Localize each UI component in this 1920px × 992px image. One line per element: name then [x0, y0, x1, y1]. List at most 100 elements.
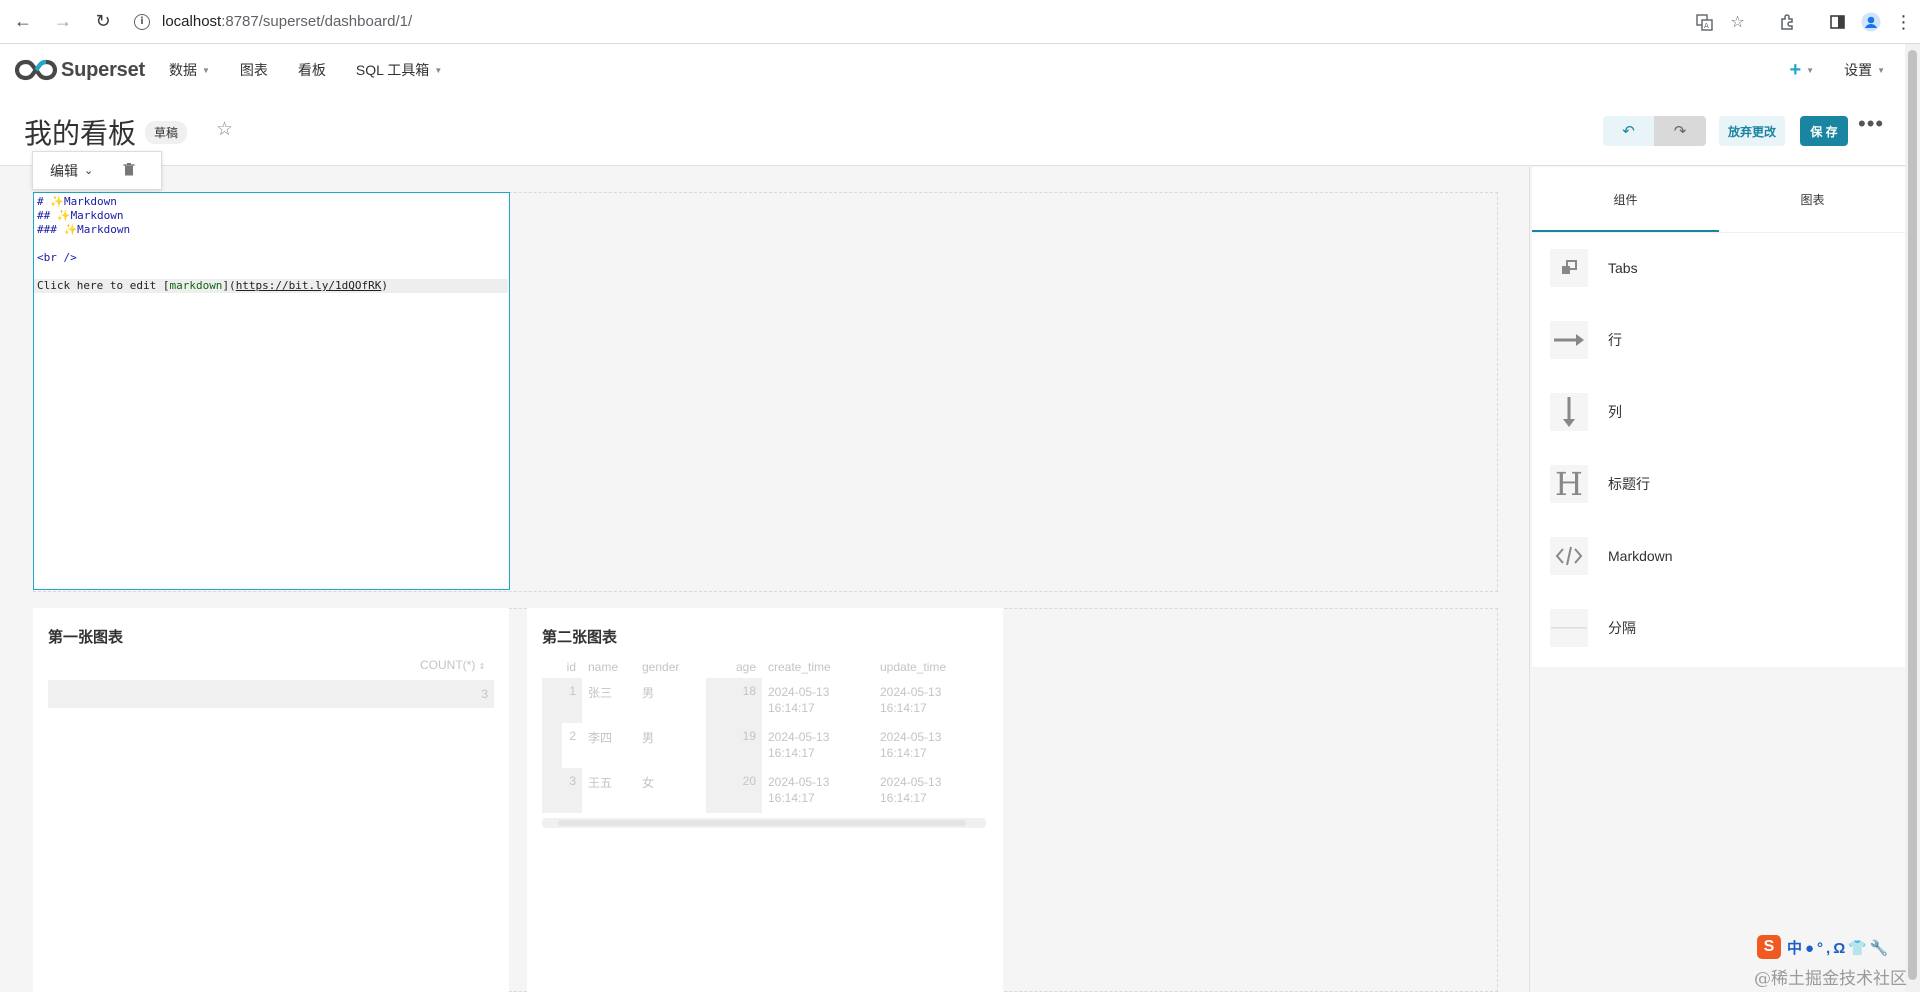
- scrollbar-thumb[interactable]: [558, 820, 966, 826]
- table-column-header[interactable]: gender: [636, 660, 706, 674]
- back-arrow-icon[interactable]: ←: [6, 5, 40, 39]
- add-new-button[interactable]: + ▼: [1789, 59, 1814, 82]
- undo-button[interactable]: ↶: [1603, 116, 1654, 146]
- table-cell: 2024-05-13 16:14:17: [880, 685, 942, 715]
- tab-charts[interactable]: 图表: [1719, 167, 1906, 232]
- table-cell: 张三: [588, 686, 613, 700]
- table-cell: 李四: [588, 731, 613, 745]
- table-cell: 男: [642, 731, 655, 745]
- table-cell: 2024-05-13 16:14:17: [880, 730, 942, 760]
- component-row[interactable]: 行: [1550, 321, 1622, 359]
- browser-menu-icon[interactable]: ⋮: [1887, 6, 1920, 39]
- table-cell: 18: [706, 678, 762, 723]
- code-icon: [1550, 537, 1588, 575]
- chart-title: 第一张图表: [48, 629, 124, 646]
- table-column-header[interactable]: name: [582, 660, 636, 674]
- watermark: @稀土掘金技术社区: [1754, 969, 1907, 989]
- menu-data-label: 数据: [169, 62, 197, 78]
- table-cell: 2024-05-13 16:14:17: [768, 730, 830, 760]
- component-label: Markdown: [1608, 548, 1673, 564]
- side-panel-tabs: 组件 图表: [1532, 167, 1906, 233]
- superset-logo[interactable]: Superset: [15, 59, 145, 82]
- menu-charts[interactable]: 图表: [240, 60, 268, 80]
- settings-menu[interactable]: 设置 ▼: [1844, 60, 1885, 80]
- table-horizontal-scrollbar[interactable]: [542, 818, 986, 828]
- component-divider[interactable]: 分隔: [1550, 609, 1636, 647]
- reload-icon[interactable]: ↻: [86, 5, 120, 39]
- logo-infinity-icon: [15, 59, 57, 81]
- side-panel-content: 组件 图表 Tabs 行 列 H 标题行 Markdown 分隔: [1532, 167, 1906, 667]
- data-table: id name gender age create_time update_ti…: [542, 656, 986, 813]
- table-cell: 20: [706, 768, 762, 813]
- markdown-line: # ✨Markdown: [37, 195, 117, 208]
- forward-arrow-icon[interactable]: →: [46, 5, 80, 39]
- site-info-icon[interactable]: i: [134, 13, 150, 30]
- sort-icon: ⇕: [478, 662, 486, 671]
- builder-side-panel: 组件 图表 Tabs 行 列 H 标题行 Markdown 分隔: [1529, 167, 1906, 992]
- component-label: 列: [1608, 404, 1622, 420]
- translate-icon[interactable]: A: [1688, 6, 1721, 39]
- row-arrow-icon: [1550, 321, 1588, 359]
- table-column-header[interactable]: id: [542, 660, 582, 674]
- chevron-down-icon: ⌄: [84, 165, 94, 177]
- markdown-line: ## ✨Markdown: [37, 209, 124, 222]
- table-cell: 2024-05-13 16:14:17: [880, 775, 942, 805]
- dashboard-title[interactable]: 我的看板: [24, 112, 136, 152]
- column-arrow-icon: [1550, 393, 1588, 431]
- component-markdown[interactable]: Markdown: [1550, 537, 1673, 575]
- table-cell: 女: [642, 776, 655, 790]
- table-row: 3: [48, 680, 494, 708]
- component-column[interactable]: 列: [1550, 393, 1622, 431]
- undo-icon: ↶: [1622, 123, 1635, 140]
- bookmark-star-icon[interactable]: ☆: [1721, 6, 1754, 39]
- caret-down-icon: ▼: [1877, 65, 1885, 75]
- table-column-header[interactable]: update_time: [874, 659, 986, 675]
- trash-icon[interactable]: [123, 162, 135, 179]
- md-link-text: markdown: [169, 279, 223, 292]
- discard-changes-button[interactable]: 放弃更改: [1719, 116, 1786, 146]
- markdown-edit-popover: 编辑 ⌄: [32, 151, 162, 190]
- app-header: Superset 数据 ▼ 图表 看板 SQL 工具箱 ▼ + ▼ 设置 ▼: [0, 44, 1905, 96]
- side-panel-icon[interactable]: [1821, 6, 1854, 39]
- menu-data[interactable]: 数据 ▼: [169, 60, 210, 80]
- address-bar[interactable]: i localhost:8787/superset/dashboard/1/: [134, 7, 412, 37]
- svg-text:A: A: [1704, 22, 1709, 30]
- table-cell: 2024-05-13 16:14:17: [768, 775, 830, 805]
- scrollbar-thumb[interactable]: [1908, 50, 1917, 980]
- markdown-editor[interactable]: # ✨Markdown ## ✨Markdown ### ✨Markdown <…: [33, 192, 510, 590]
- md-middle: ](: [222, 279, 236, 292]
- sogou-ime-icon[interactable]: S: [1757, 935, 1781, 959]
- page-vertical-scrollbar[interactable]: [1905, 44, 1920, 992]
- table-cell: 2: [542, 723, 582, 768]
- profile-avatar-icon[interactable]: [1854, 6, 1887, 39]
- extensions-icon[interactable]: [1770, 6, 1803, 39]
- component-tabs[interactable]: Tabs: [1550, 249, 1638, 287]
- table-column-header[interactable]: age: [706, 660, 762, 674]
- divider-icon: [1550, 609, 1588, 647]
- markdown-line: <br />: [37, 251, 77, 264]
- redo-button[interactable]: ↷: [1654, 116, 1706, 146]
- settings-label: 设置: [1844, 62, 1873, 78]
- table-row: 2 李四 男 19 2024-05-13 16:14:17 2024-05-13…: [542, 723, 986, 768]
- menu-dashboards[interactable]: 看板: [298, 60, 326, 80]
- md-suffix: ): [381, 279, 389, 292]
- component-header[interactable]: H 标题行: [1550, 465, 1650, 503]
- favorite-star-icon[interactable]: ☆: [216, 118, 233, 141]
- status-badge: 草稿: [145, 121, 188, 144]
- component-label: 行: [1608, 332, 1622, 348]
- edit-mode-dropdown[interactable]: 编辑 ⌄: [50, 161, 93, 181]
- tab-components[interactable]: 组件: [1532, 167, 1719, 232]
- menu-charts-label: 图表: [239, 62, 268, 78]
- redo-icon: ↷: [1673, 123, 1687, 140]
- menu-sql-lab[interactable]: SQL 工具箱 ▼: [356, 60, 442, 80]
- table-cell: 19: [706, 723, 762, 768]
- table-cell: 王五: [588, 776, 613, 790]
- table-column-header[interactable]: create_time: [762, 659, 874, 675]
- table-column-header[interactable]: COUNT(*) ⇕: [420, 658, 485, 672]
- more-options-icon[interactable]: •••: [1858, 111, 1884, 137]
- menu-dashboards-label: 看板: [297, 62, 326, 78]
- save-button[interactable]: 保 存: [1800, 116, 1848, 146]
- table-header-row: id name gender age create_time update_ti…: [542, 656, 986, 678]
- ime-toolbar[interactable]: S 中●°,Ω👕🔧: [1757, 935, 1892, 959]
- header-h-icon: H: [1550, 465, 1588, 503]
